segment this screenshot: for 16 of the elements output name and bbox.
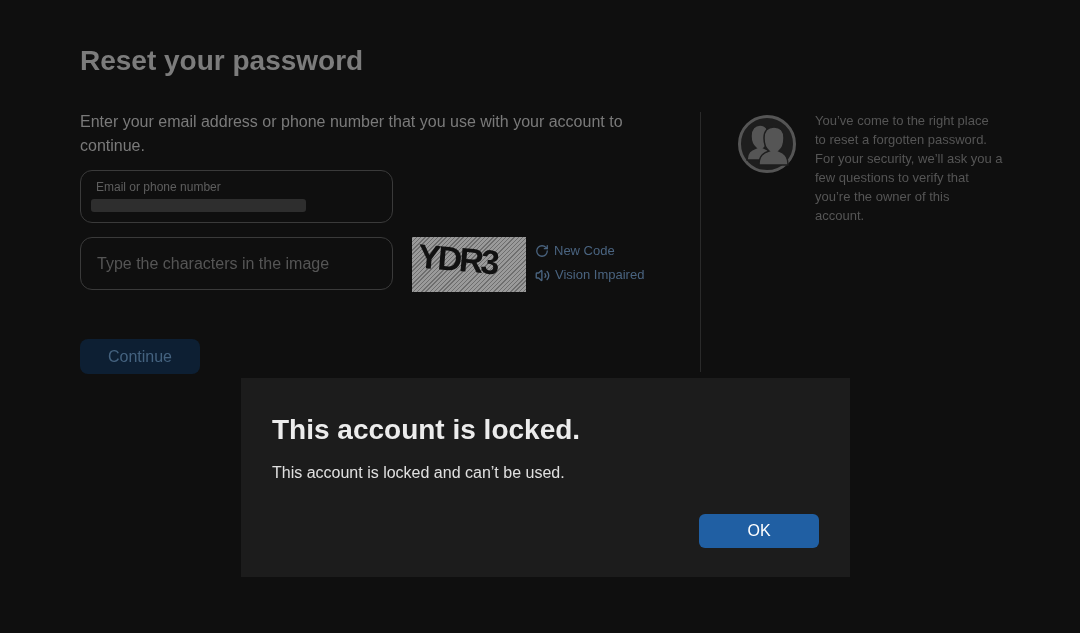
speaker-icon — [535, 267, 550, 283]
field-label: Email or phone number — [96, 180, 221, 195]
ok-button[interactable]: OK — [699, 514, 819, 548]
refresh-icon — [535, 244, 549, 258]
instructions-text: Enter your email address or phone number that you use with your account to continue. — [80, 112, 624, 156]
page-title: Reset your password — [80, 44, 364, 78]
help-text: You’ve come to the right place to reset a forgotten password. For your security, we’ll ask you a few questions to verify that you’re the owner of this account. — [815, 112, 1003, 225]
captcha-link[interactable]: Vision Impaired — [535, 266, 645, 284]
captcha-input[interactable]: Type the characters in the image — [80, 237, 393, 290]
captcha-link[interactable]: New Code — [535, 242, 645, 260]
dialog-title: This account is locked. — [272, 413, 581, 447]
dialog-message: This account is locked and can’t be used. — [272, 463, 565, 483]
email-field[interactable]: Email or phone number — [80, 170, 393, 223]
continue-button[interactable]: Continue — [80, 339, 200, 374]
people-icon — [738, 115, 796, 173]
captcha-text: YDR3 — [416, 237, 499, 281]
